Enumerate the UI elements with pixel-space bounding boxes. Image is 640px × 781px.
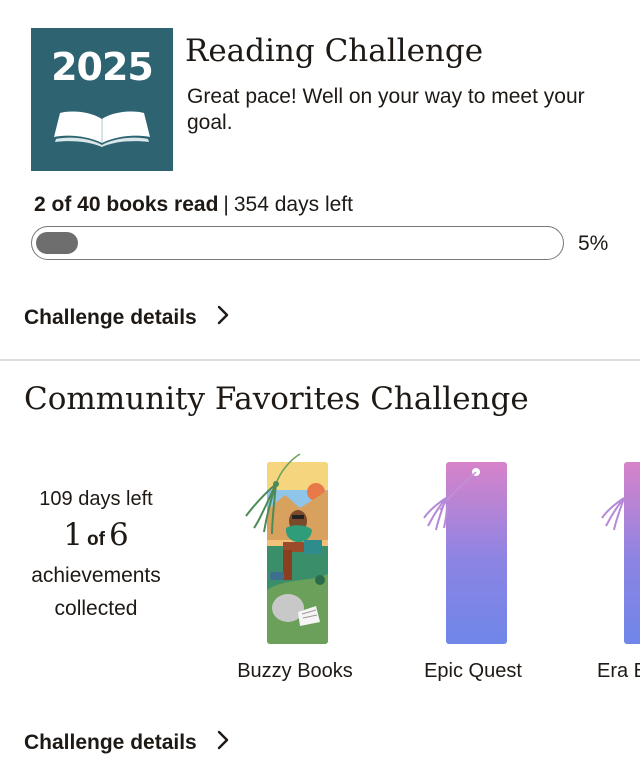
books-progress-summary: 2 of 40 books read | 354 days left xyxy=(34,193,353,217)
community-days-left: 109 days left xyxy=(39,488,153,510)
challenge-year-badge: 2025 xyxy=(31,28,173,171)
open-book-icon xyxy=(50,107,154,152)
reading-challenge-details-link[interactable]: Challenge details xyxy=(24,305,229,331)
challenge-details-label: Challenge details xyxy=(24,306,197,329)
achievements-collected-number: 1 xyxy=(63,517,84,553)
gradient-bookmark-icon xyxy=(423,462,507,644)
badge-year: 2025 xyxy=(51,45,154,89)
section-divider xyxy=(0,359,640,361)
chevron-right-icon xyxy=(217,730,229,756)
achievements-caption: achievements collected xyxy=(15,559,177,625)
bookmark-label-epic-quest: Epic Quest xyxy=(424,660,522,682)
achievements-total-number: 6 xyxy=(108,517,129,553)
chevron-right-icon xyxy=(217,305,229,331)
bookmark-era-b[interactable] xyxy=(600,450,640,651)
bookmark-label-buzzy-books: Buzzy Books xyxy=(237,660,353,682)
reading-challenge-title: Reading Challenge xyxy=(185,33,484,69)
challenge-details-label: Challenge details xyxy=(24,731,197,754)
books-read-count: 2 of 40 books read xyxy=(34,193,219,216)
reading-challenge-status: Great pace! Well on your way to meet you… xyxy=(187,85,585,134)
progress-separator: | xyxy=(223,193,229,216)
gradient-bookmark-icon xyxy=(601,462,640,644)
reading-progress-fill xyxy=(36,232,78,254)
days-left: 354 days left xyxy=(233,193,353,216)
achievements-caption-line-2: collected xyxy=(54,597,138,620)
achievements-of: of xyxy=(87,529,105,550)
bookmark-epic-quest[interactable] xyxy=(420,450,520,651)
achievements-caption-line-1: achievements xyxy=(31,564,161,587)
progress-percent: 5% xyxy=(578,232,609,255)
reading-challenges-page: 2025 Reading Challenge Great pace! Well … xyxy=(0,0,640,781)
bookmark-label-era-b: Era B xyxy=(597,660,640,682)
community-challenge-details-link[interactable]: Challenge details xyxy=(24,730,229,756)
illustrated-bookmark-icon xyxy=(245,453,328,644)
achievements-count: 1 of 6 xyxy=(15,517,177,553)
community-challenge-stats: 109 days left 1 of 6 achievements collecte… xyxy=(15,488,177,625)
reading-progress-bar xyxy=(31,226,564,260)
bookmark-buzzy-books[interactable] xyxy=(240,450,340,651)
community-challenge-title: Community Favorites Challenge xyxy=(24,381,529,417)
